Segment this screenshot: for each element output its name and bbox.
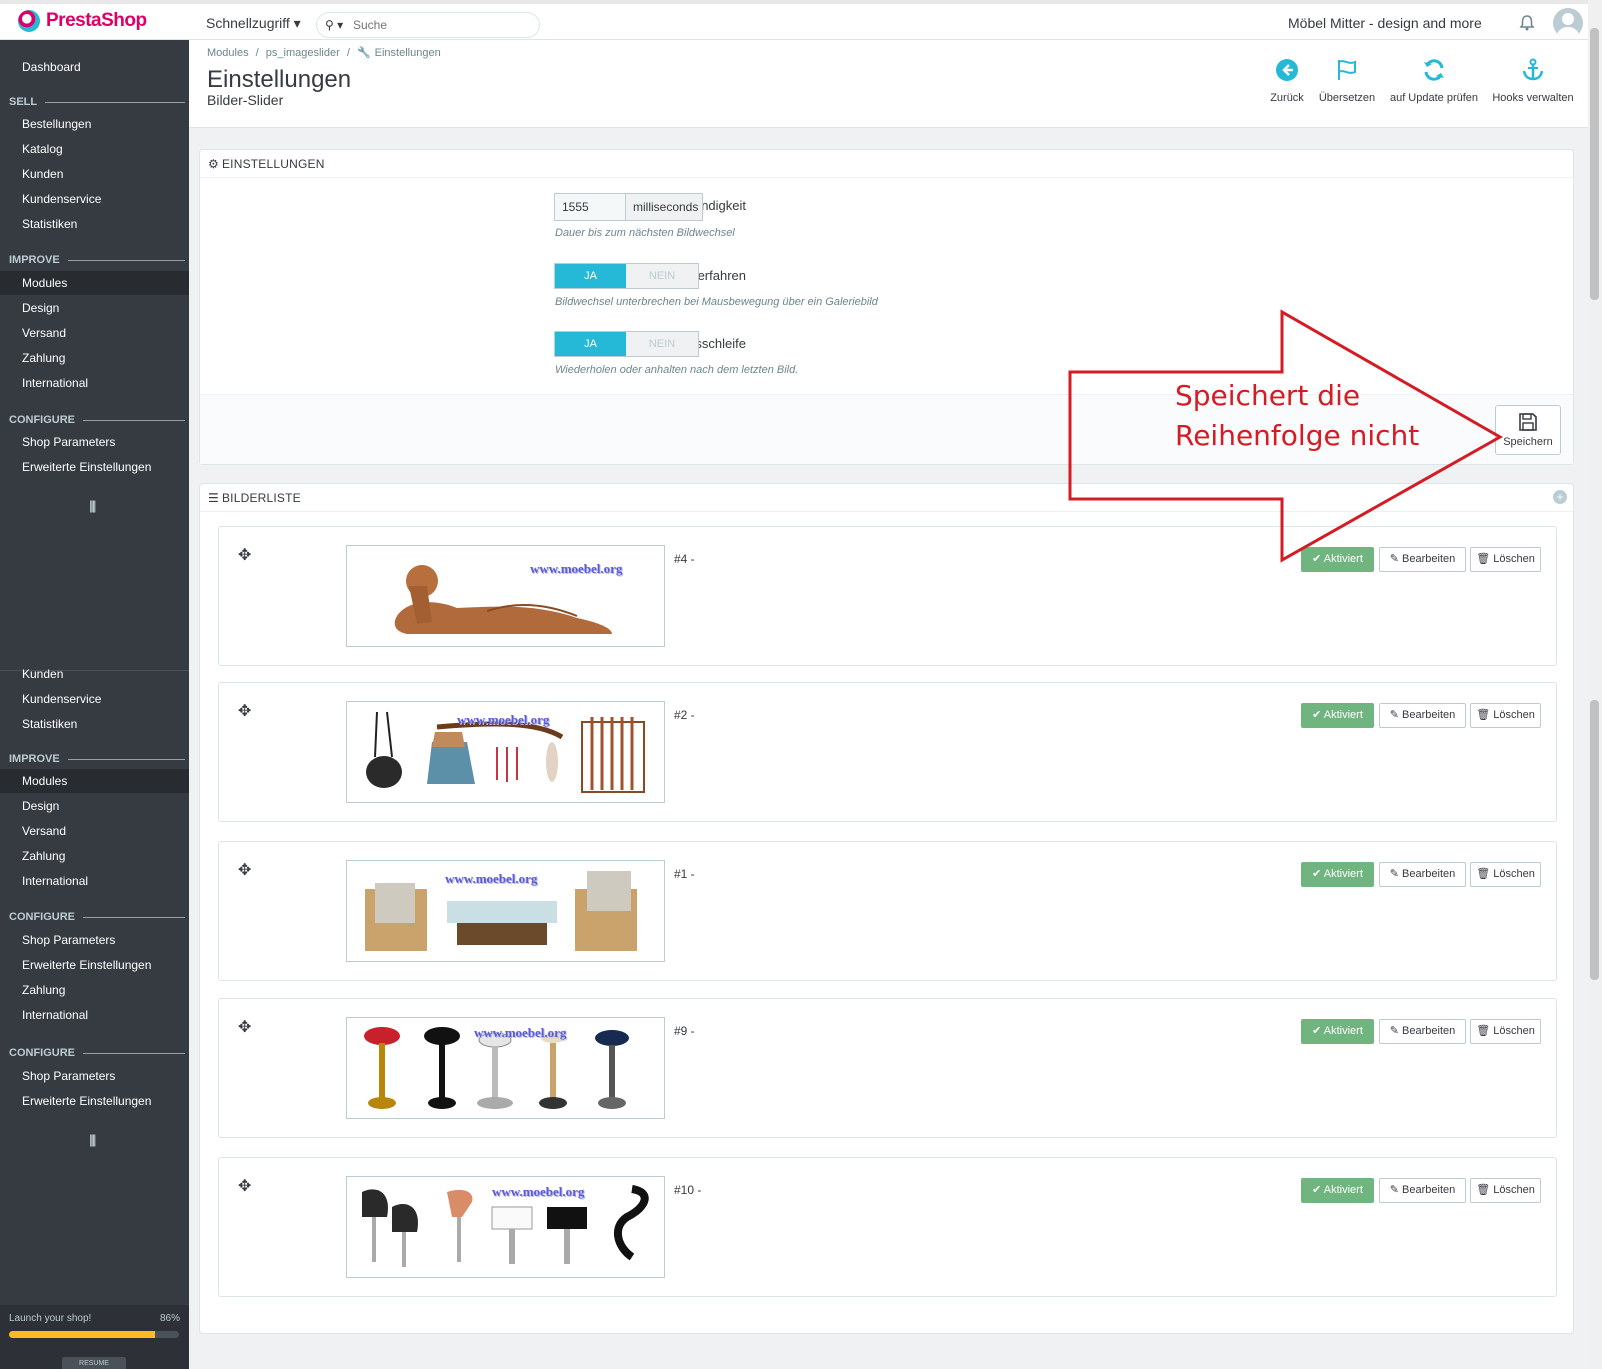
annotation-line-2: Reihenfolge nicht bbox=[1175, 419, 1420, 452]
annotation-text: Speichert die Reihenfolge nicht bbox=[1175, 376, 1419, 456]
scrollbar-thumb[interactable] bbox=[1590, 28, 1599, 300]
annotation-line-1: Speichert die bbox=[1175, 379, 1361, 412]
annotation-arrow bbox=[1068, 309, 1504, 563]
scrollbar-thumb-secondary[interactable] bbox=[1590, 700, 1599, 980]
